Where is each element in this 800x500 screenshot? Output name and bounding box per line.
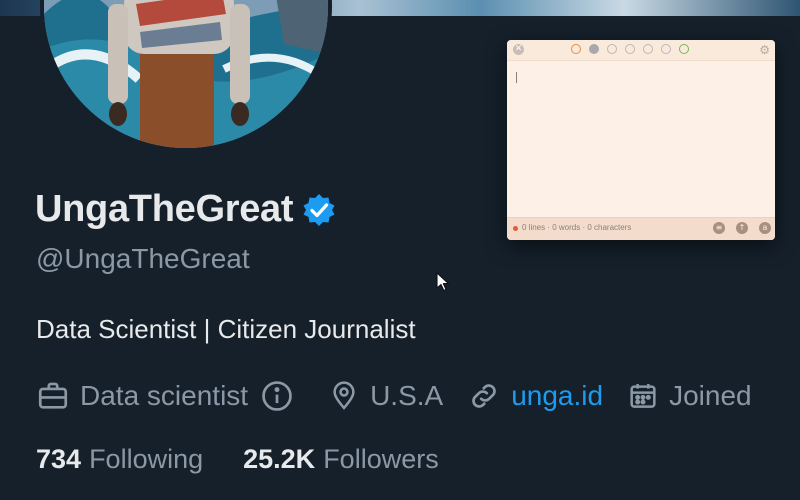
swatch-light-4[interactable] [661,44,671,54]
mouse-pointer-icon [436,272,450,292]
notes-panel: ✕ ⚙ 0 lines · 0 words · 0 characters ≡ ↑… [507,40,775,240]
location-text: U.S.A [370,380,444,411]
name-row: UngaTheGreat [35,188,337,231]
joined-item: Joined [627,379,752,413]
following-label: Following [89,444,204,474]
following-count[interactable]: 734 Following [36,444,203,475]
calendar-icon [630,384,656,408]
notes-stats: 0 lines · 0 words · 0 characters [522,223,632,232]
profile-bio: Data Scientist | Citizen Journalist [36,314,416,344]
website-link[interactable]: unga.id [511,380,603,412]
info-icon[interactable] [260,379,304,413]
profile-meta: Data scientist U.S.A unga.id Joined [36,376,776,416]
notes-toolbar: ✕ ⚙ [507,40,775,61]
font-icon[interactable]: a [759,222,771,234]
swatch-light-3[interactable] [643,44,653,54]
following-number: 734 [36,444,82,474]
followers-number: 25.2K [243,444,316,474]
text-caret [516,72,517,83]
website-item: unga.id [467,379,603,413]
followers-count[interactable]: 25.2K Followers [243,444,439,475]
swatch-light-1[interactable] [607,44,617,54]
occupation-item: Data scientist [36,379,304,413]
share-icon[interactable]: ↑ [736,222,748,234]
list-icon[interactable]: ≡ [713,222,725,234]
status-dot-icon [513,226,518,231]
profile-handle: @UngaTheGreat [36,243,250,274]
avatar[interactable] [40,0,332,152]
occupation-text: Data scientist [80,380,249,411]
briefcase-icon [38,382,68,409]
verified-badge-icon[interactable] [301,192,337,228]
location-pin-icon [333,381,355,410]
follow-counts: 734 Following 25.2K Followers [36,444,479,475]
followers-label: Followers [323,444,439,474]
notes-footer: 0 lines · 0 words · 0 characters ≡ ↑ a [507,217,775,240]
link-icon [472,384,497,408]
gear-icon[interactable]: ⚙ [759,43,770,57]
color-swatches [571,44,697,54]
swatch-green[interactable] [679,44,689,54]
location-item: U.S.A [328,379,443,413]
swatch-orange[interactable] [571,44,581,54]
swatch-gray[interactable] [589,44,599,54]
close-icon[interactable]: ✕ [513,44,524,55]
swatch-light-2[interactable] [625,44,635,54]
display-name: UngaTheGreat [35,188,294,230]
notes-text-area[interactable] [507,61,775,218]
joined-text: Joined [669,380,752,411]
